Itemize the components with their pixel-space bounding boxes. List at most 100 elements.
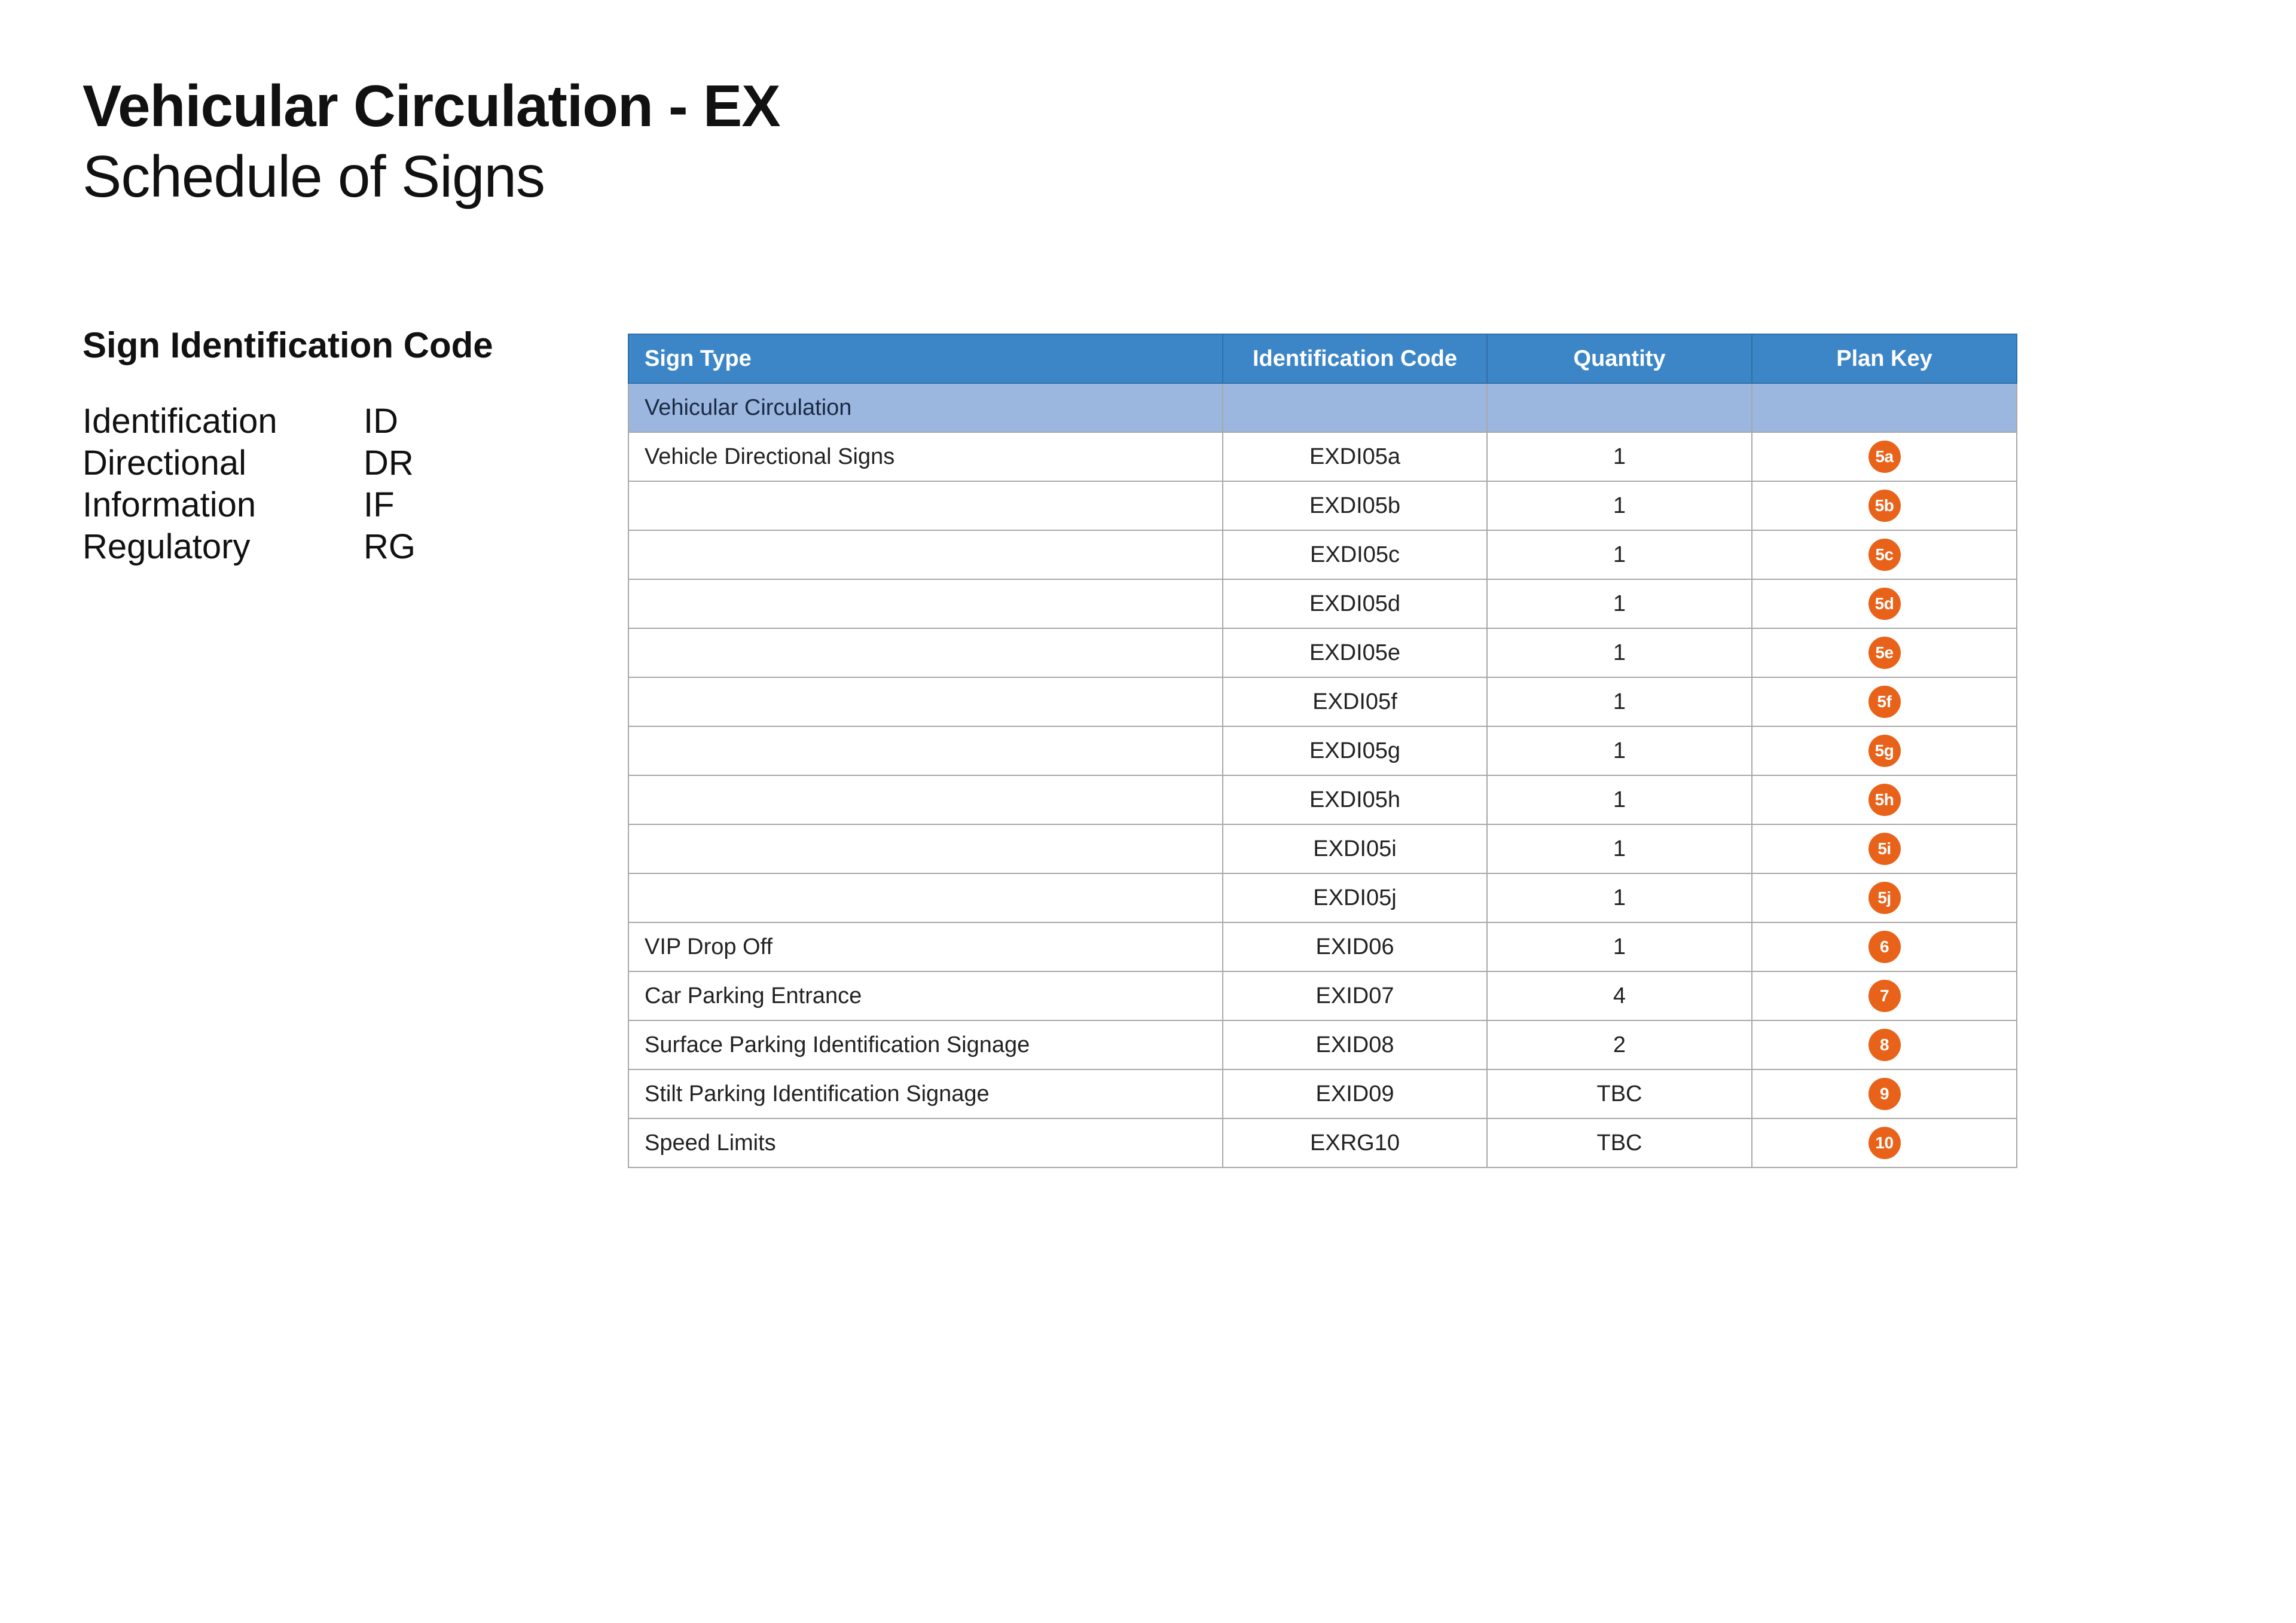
sign-type-cell [628, 628, 1223, 678]
table-row: Surface Parking Identification Signage E… [628, 1020, 2017, 1070]
sign-type-cell [628, 579, 1223, 629]
table-group-row: Vehicular Circulation [628, 383, 2017, 433]
table-row: EXDI05j 1 5j [628, 873, 2017, 923]
plan-key-badge: 6 [1868, 931, 1901, 963]
legend-item-name: Regulatory [83, 527, 251, 566]
plan-key-badge: 10 [1868, 1127, 1901, 1159]
quantity-cell: 1 [1486, 873, 1752, 923]
legend-item-name: Information [83, 485, 257, 524]
plan-key-cell: 5a [1751, 432, 2017, 482]
plan-key-cell: 9 [1751, 1069, 2017, 1119]
legend-item: Directional DR [83, 442, 561, 484]
legend-item-code: ID [364, 402, 398, 441]
plan-key-cell: 7 [1751, 971, 2017, 1021]
identification-code-cell: EXDI05f [1222, 677, 1488, 727]
table-row: EXDI05f 1 5f [628, 677, 2017, 727]
plan-key-badge: 5i [1868, 833, 1901, 865]
plan-key-cell: 5g [1751, 726, 2017, 776]
table-row: EXDI05c 1 5c [628, 530, 2017, 580]
table-row: EXDI05g 1 5g [628, 726, 2017, 776]
plan-key-badge: 5b [1868, 490, 1901, 522]
table-row: EXDI05e 1 5e [628, 628, 2017, 678]
plan-key-badge: 7 [1868, 980, 1901, 1012]
plan-key-badge: 5f [1868, 686, 1901, 718]
table-header-row: Sign Type Identification Code Quantity P… [628, 334, 2017, 384]
sign-type-cell: Stilt Parking Identification Signage [628, 1069, 1223, 1119]
plan-key-badge: 5j [1868, 882, 1901, 914]
plan-key-cell: 5i [1751, 824, 2017, 874]
identification-code-cell: EXDI05j [1222, 873, 1488, 923]
quantity-cell: 1 [1486, 579, 1752, 629]
quantity-cell: 2 [1486, 1020, 1752, 1070]
sign-code-legend: Sign Identification Code Identification … [83, 323, 561, 568]
identification-code-cell: EXID08 [1222, 1020, 1488, 1070]
column-header-identification-code: Identification Code [1222, 334, 1488, 384]
legend-item: Information IF [83, 484, 561, 526]
identification-code-cell: EXDI05a [1222, 432, 1488, 482]
table-row: EXDI05i 1 5i [628, 824, 2017, 874]
identification-code-cell: EXID09 [1222, 1069, 1488, 1119]
plan-key-cell: 5e [1751, 628, 2017, 678]
column-header-plan-key: Plan Key [1751, 334, 2017, 384]
plan-key-cell: 6 [1751, 922, 2017, 972]
legend-heading: Sign Identification Code [83, 325, 493, 365]
identification-code-cell: EXDI05e [1222, 628, 1488, 678]
column-header-sign-type: Sign Type [628, 334, 1223, 384]
quantity-cell: 1 [1486, 481, 1752, 531]
sign-type-cell [628, 481, 1223, 531]
group-cell [1751, 383, 2017, 433]
plan-key-badge: 8 [1868, 1029, 1901, 1061]
identification-code-cell: EXRG10 [1222, 1118, 1488, 1168]
quantity-cell: 1 [1486, 726, 1752, 776]
quantity-cell: 1 [1486, 432, 1752, 482]
quantity-cell: 1 [1486, 530, 1752, 580]
quantity-cell: 1 [1486, 922, 1752, 972]
quantity-cell: 1 [1486, 775, 1752, 825]
plan-key-badge: 5g [1868, 735, 1901, 767]
quantity-cell: 1 [1486, 677, 1752, 727]
quantity-cell: TBC [1486, 1118, 1752, 1168]
table-row: Speed Limits EXRG10 TBC 10 [628, 1118, 2017, 1168]
column-header-quantity: Quantity [1486, 334, 1752, 384]
table-row: VIP Drop Off EXID06 1 6 [628, 922, 2017, 972]
legend-item: Identification ID [83, 401, 561, 442]
plan-key-badge: 5e [1868, 637, 1901, 669]
plan-key-badge: 5c [1868, 539, 1901, 571]
table-row: EXDI05b 1 5b [628, 481, 2017, 531]
sign-type-cell [628, 677, 1223, 727]
table-row: Car Parking Entrance EXID07 4 7 [628, 971, 2017, 1021]
quantity-cell: 1 [1486, 628, 1752, 678]
plan-key-cell: 10 [1751, 1118, 2017, 1168]
table-row: EXDI05d 1 5d [628, 579, 2017, 629]
sign-type-cell [628, 824, 1223, 874]
group-label: Vehicular Circulation [628, 383, 1223, 433]
legend-item-name: Identification [83, 402, 277, 441]
sign-type-cell: Car Parking Entrance [628, 971, 1223, 1021]
sign-type-cell: VIP Drop Off [628, 922, 1223, 972]
page-title-block: Vehicular Circulation - EX Schedule of S… [83, 71, 781, 212]
table-row: Vehicle Directional Signs EXDI05a 1 5a [628, 432, 2017, 482]
identification-code-cell: EXID07 [1222, 971, 1488, 1021]
group-cell [1486, 383, 1752, 433]
plan-key-cell: 8 [1751, 1020, 2017, 1070]
plan-key-badge: 5d [1868, 588, 1901, 620]
page-title: Vehicular Circulation - EX [83, 73, 781, 139]
identification-code-cell: EXDI05g [1222, 726, 1488, 776]
quantity-cell: 1 [1486, 824, 1752, 874]
plan-key-cell: 5h [1751, 775, 2017, 825]
identification-code-cell: EXID06 [1222, 922, 1488, 972]
plan-key-cell: 5b [1751, 481, 2017, 531]
plan-key-cell: 5c [1751, 530, 2017, 580]
plan-key-cell: 5f [1751, 677, 2017, 727]
page-subtitle: Schedule of Signs [83, 143, 545, 209]
sign-type-cell: Surface Parking Identification Signage [628, 1020, 1223, 1070]
plan-key-badge: 5h [1868, 784, 1901, 816]
table-row: EXDI05h 1 5h [628, 775, 2017, 825]
table-row: Stilt Parking Identification Signage EXI… [628, 1069, 2017, 1119]
plan-key-badge: 9 [1868, 1078, 1901, 1110]
sign-schedule-table: Sign Type Identification Code Quantity P… [628, 334, 2017, 1168]
plan-key-cell: 5j [1751, 873, 2017, 923]
legend-item: Regulatory RG [83, 526, 561, 568]
legend-item-name: Directional [83, 444, 246, 482]
legend-item-code: RG [364, 527, 416, 566]
